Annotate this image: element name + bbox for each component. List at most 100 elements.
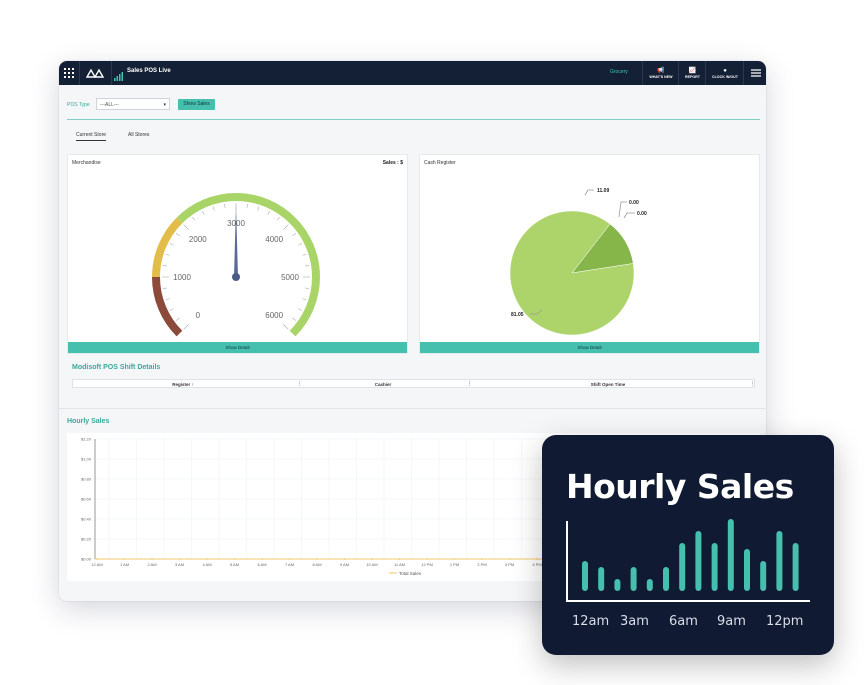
x-tick-label: 6 AM: [257, 562, 266, 567]
merchandise-show-detail-button[interactable]: Show Detail: [68, 342, 407, 353]
clock-icon: ●: [723, 67, 727, 74]
card-bar: [792, 543, 799, 591]
signal-bars-icon: [114, 68, 123, 86]
x-tick-label: 7 AM: [285, 562, 294, 567]
x-tick-label: 11 AM: [394, 562, 405, 567]
card-bar: [727, 519, 734, 591]
x-tick-label: 10 AM: [366, 562, 377, 567]
gauge-tick: [283, 224, 289, 230]
y-tick-label: $0.00: [81, 557, 92, 562]
gauge-tick: [169, 308, 174, 311]
gauge-tick: [162, 287, 167, 289]
column-menu-icon[interactable]: ⋮: [467, 381, 472, 387]
card-bar: [711, 543, 718, 591]
column-register[interactable]: Register ↑: [73, 381, 293, 388]
column-menu-icon[interactable]: ⋮: [750, 381, 755, 387]
card-x-label: 9am: [717, 614, 746, 629]
card-bar: [744, 549, 750, 591]
gauge-tick: [165, 298, 170, 301]
gauge-tick: [276, 216, 280, 221]
sort-up-icon: ↑: [191, 382, 194, 387]
card-bar: [646, 579, 653, 591]
gauge-tick: [202, 210, 205, 215]
x-tick-label: 2 AM: [147, 562, 156, 567]
x-tick-label: 2 PM: [477, 562, 486, 567]
column-register-label: Register: [172, 382, 191, 387]
clock-in-out-label: CLOCK IN/OUT: [712, 74, 738, 79]
gauge-tick-label: 6000: [265, 311, 283, 320]
top-navbar: Sales POS Live Grocery 📢 WHAT'S NEW 📈 RE…: [59, 61, 766, 85]
show-sales-button[interactable]: Show Sales: [178, 99, 215, 110]
card-x-label: 12pm: [766, 614, 804, 629]
x-tick-label: 3 AM: [175, 562, 184, 567]
logo-icon[interactable]: [79, 61, 112, 85]
gauge-tick: [292, 317, 297, 321]
card-x-label: 12am: [572, 614, 610, 629]
gauge-tick: [267, 210, 270, 215]
x-tick-label: 9 AM: [340, 562, 349, 567]
x-tick-label: 1 PM: [450, 562, 459, 567]
pos-type-label: POS Type: [67, 102, 90, 108]
column-menu-icon[interactable]: ⋮: [297, 381, 302, 387]
merchandise-panel: Merchandise Sales : $ 0 1000 2000 3000 4…: [67, 154, 408, 354]
card-bar: [598, 567, 605, 591]
gauge-yellow-band: [152, 217, 183, 278]
cash-register-panel: Cash Register 11.09 0.00 0.00 81.05: [419, 154, 760, 354]
y-tick-label: $0.40: [81, 517, 92, 522]
shift-details-title: Modisoft POS Shift Details: [72, 364, 161, 371]
card-bar: [776, 531, 783, 591]
whats-new-label: WHAT'S NEW: [649, 74, 673, 79]
divider: [67, 119, 760, 120]
gauge-tick: [162, 265, 167, 267]
report-button[interactable]: 📈 REPORT: [678, 61, 706, 85]
x-tick-label: 4 AM: [202, 562, 211, 567]
gauge-tick: [302, 298, 307, 301]
gauge-tick: [224, 203, 226, 208]
apps-grid-icon[interactable]: [59, 61, 80, 85]
gauge-tick-label: 5000: [281, 273, 299, 282]
hourly-sales-card: Hourly Sales 12am 3am 6am 9am 12pm: [542, 435, 834, 655]
tab-all-stores[interactable]: All Stores: [128, 132, 149, 138]
speed-gauge: 0 1000 2000 3000 4000 5000 6000: [152, 193, 320, 337]
leader-line: [584, 189, 594, 196]
gauge-tick: [246, 203, 248, 208]
whats-new-button[interactable]: 📢 WHAT'S NEW: [642, 61, 679, 85]
gauge-tick-label: 0: [196, 311, 201, 320]
y-tick-label: $0.20: [81, 537, 92, 542]
pie-chart: 11.09 0.00 0.00 81.05: [509, 188, 647, 336]
gauge-tick: [298, 308, 303, 311]
store-name[interactable]: Grocery: [610, 69, 628, 75]
gauge-needle: [234, 205, 238, 277]
gauge-tick: [292, 233, 297, 237]
y-tick-label: $1.20: [81, 437, 92, 442]
gauge-tick: [175, 233, 180, 237]
column-shift-open-time[interactable]: Shift Open Time: [473, 381, 743, 388]
gauge-tick-label: 1000: [173, 273, 191, 282]
gauge-tick: [305, 287, 310, 289]
clock-in-out-button[interactable]: ● CLOCK IN/OUT: [705, 61, 744, 85]
card-x-label: 3am: [620, 614, 649, 629]
card-bar: [630, 567, 637, 591]
gauge-tick: [183, 324, 189, 330]
gauge-tick: [283, 324, 289, 330]
column-cashier[interactable]: Cashier: [303, 381, 463, 388]
x-tick-label: 3 PM: [505, 562, 514, 567]
hamburger-menu-icon[interactable]: [743, 61, 766, 85]
shift-grid-header: Register ↑ ⋮ Cashier ⋮ Shift Open Time ⋮: [72, 379, 755, 388]
gauge-tick-label: 2000: [189, 235, 207, 244]
report-label: REPORT: [685, 74, 700, 79]
card-bar: [582, 561, 588, 591]
gauge-tick: [183, 224, 189, 230]
gauge-tick: [212, 206, 215, 211]
gauge-tick: [165, 253, 170, 256]
gauge-red-band: [152, 276, 183, 337]
gauge-tick: [169, 243, 174, 246]
tab-current-store[interactable]: Current Store: [76, 132, 107, 141]
megaphone-icon: 📢: [657, 67, 665, 74]
cash-register-show-detail-button[interactable]: Show Detail: [420, 342, 759, 353]
gauge-tick: [305, 265, 310, 267]
y-tick-label: $0.80: [81, 477, 92, 482]
pos-type-select[interactable]: ---ALL--- ▾: [96, 98, 170, 110]
gauge-tick: [192, 216, 196, 221]
hourly-sales-title: Hourly Sales: [67, 418, 110, 425]
